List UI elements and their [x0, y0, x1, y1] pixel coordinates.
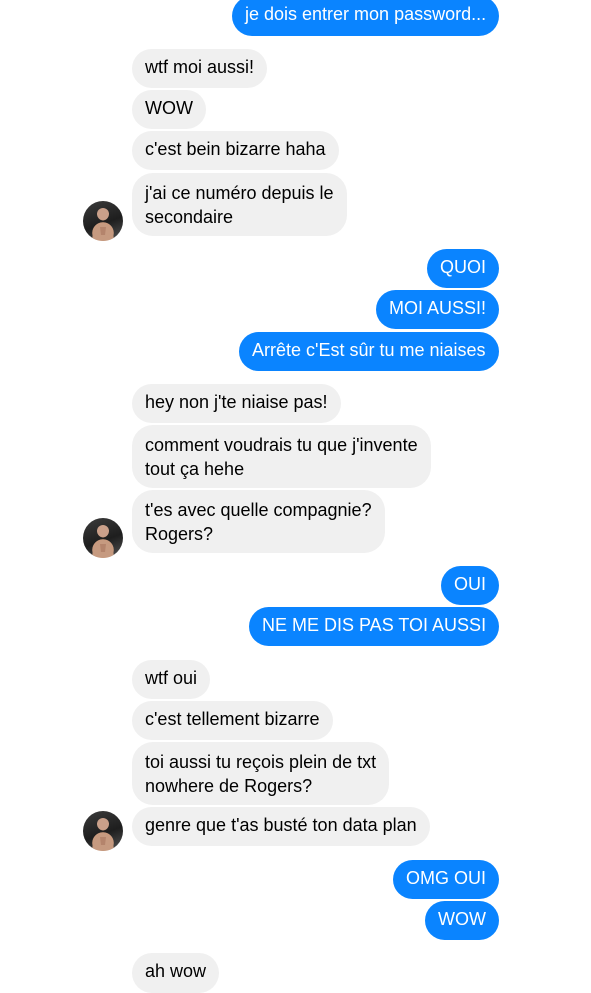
person-photo-icon[interactable] — [83, 518, 123, 558]
message-thread[interactable]: je dois entrer mon password... wtf moi au… — [0, 0, 591, 993]
message-text: c'est bein bizarre haha — [145, 139, 326, 159]
incoming-message-bubble[interactable]: hey non j'te niaise pas! — [132, 384, 341, 423]
incoming-message-bubble[interactable]: c'est tellement bizarre — [132, 701, 333, 740]
incoming-message-bubble[interactable]: wtf oui — [132, 660, 211, 699]
message-text: hey non j'te niaise pas! — [145, 392, 328, 412]
message-text: Arrête c'Est sûr tu me niaises — [252, 340, 486, 360]
message-text: wtf oui — [145, 668, 198, 688]
outgoing-message-bubble[interactable]: OUI — [441, 566, 500, 605]
message-text: nowhere de Rogers? — [145, 776, 313, 796]
outgoing-message-bubble[interactable]: WOW — [425, 901, 499, 940]
message-text: genre que t'as busté ton data plan — [145, 815, 417, 835]
incoming-message-bubble[interactable]: toi aussi tu reçois plein de txt nowhere … — [132, 742, 390, 805]
avatar-figure — [92, 525, 114, 558]
person-photo-icon[interactable] — [83, 201, 123, 241]
avatar-figure — [92, 208, 114, 241]
message-text: comment voudrais tu que j'invente — [145, 435, 418, 455]
outgoing-message-bubble[interactable]: Arrête c'Est sûr tu me niaises — [239, 332, 499, 371]
message-text: NE ME DIS PAS TOI AUSSI — [262, 615, 487, 635]
incoming-message-bubble[interactable]: c'est bein bizarre haha — [132, 131, 339, 170]
incoming-message-bubble[interactable]: comment voudrais tu que j'invente tout ça… — [132, 425, 431, 488]
incoming-message-bubble[interactable]: WOW — [132, 90, 206, 129]
incoming-message-bubble[interactable]: ah wow — [132, 953, 220, 993]
message-text: MOI AUSSI! — [389, 298, 487, 318]
message-text: WOW — [145, 98, 193, 118]
message-text: c'est tellement bizarre — [145, 709, 320, 729]
message-text: Rogers? — [145, 524, 214, 544]
message-text: QUOI — [440, 257, 487, 277]
incoming-message-bubble[interactable]: genre que t'as busté ton data plan — [132, 807, 430, 846]
incoming-message-bubble[interactable]: wtf moi aussi! — [132, 49, 268, 88]
outgoing-message-bubble[interactable]: NE ME DIS PAS TOI AUSSI — [249, 607, 500, 646]
incoming-message-bubble[interactable]: t'es avec quelle compagnie? Rogers? — [132, 490, 385, 553]
message-text: t'es avec quelle compagnie? — [145, 500, 372, 520]
incoming-message-bubble[interactable]: j'ai ce numéro depuis le secondaire — [132, 173, 347, 236]
message-text: j'ai ce numéro depuis le — [145, 183, 334, 203]
outgoing-message-bubble[interactable]: OMG OUI — [393, 860, 499, 899]
outgoing-message-bubble[interactable]: MOI AUSSI! — [376, 290, 500, 329]
avatar-figure — [92, 818, 114, 851]
message-text: WOW — [438, 909, 486, 929]
outgoing-message-bubble[interactable]: QUOI — [427, 249, 500, 288]
message-text: secondaire — [145, 207, 234, 227]
message-text: wtf moi aussi! — [145, 57, 255, 77]
message-text: ah wow — [145, 961, 207, 981]
outgoing-message-bubble[interactable]: je dois entrer mon password... — [232, 0, 500, 36]
message-text: toi aussi tu reçois plein de txt — [145, 752, 377, 772]
message-text: OMG OUI — [406, 868, 486, 888]
message-text: OUI — [454, 574, 487, 594]
message-text: je dois entrer mon password... — [245, 4, 487, 24]
person-photo-icon[interactable] — [83, 811, 123, 851]
message-text: tout ça hehe — [145, 459, 245, 479]
